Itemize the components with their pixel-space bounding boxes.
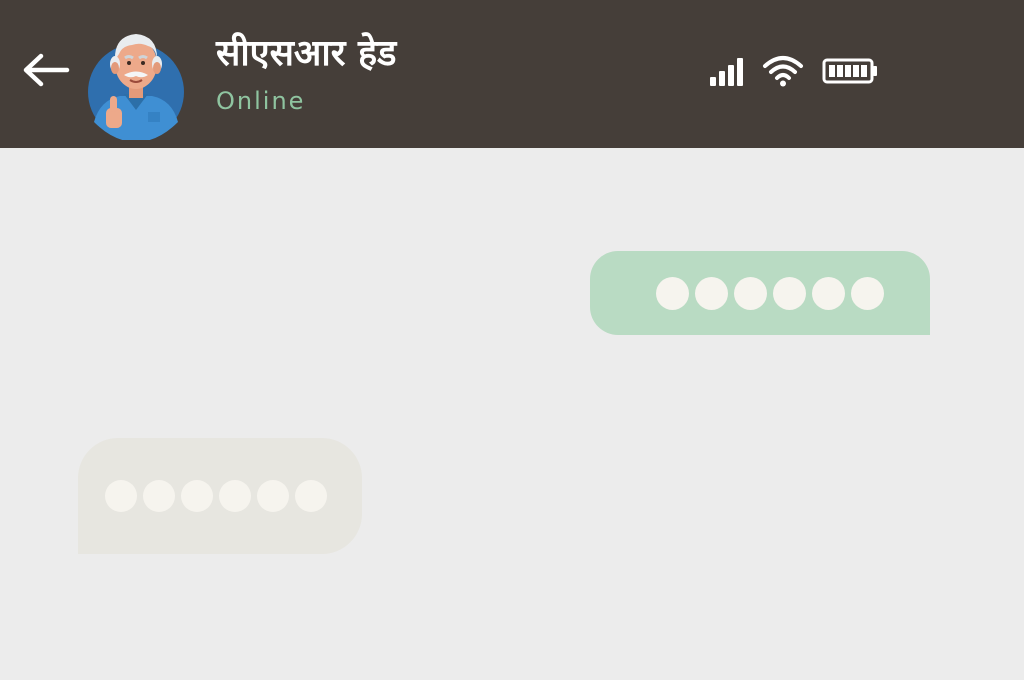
status-bar bbox=[708, 54, 880, 88]
typing-dot bbox=[734, 276, 767, 310]
battery-icon bbox=[822, 57, 880, 85]
typing-dot bbox=[656, 276, 689, 310]
outgoing-message-bubble[interactable] bbox=[590, 251, 930, 335]
typing-dot bbox=[812, 276, 845, 310]
chat-header: सीएसआर हेड Online bbox=[0, 0, 1024, 148]
signal-icon bbox=[708, 55, 748, 87]
typing-dot bbox=[295, 480, 327, 512]
avatar[interactable] bbox=[86, 22, 186, 142]
back-button[interactable] bbox=[18, 48, 74, 92]
contact-name: सीएसआर हेड bbox=[216, 33, 397, 74]
chat-screen: सीएसआर हेड Online bbox=[0, 0, 1024, 680]
typing-dot bbox=[219, 480, 251, 512]
incoming-message-bubble[interactable] bbox=[78, 438, 362, 554]
typing-dot bbox=[851, 276, 884, 310]
typing-dot bbox=[181, 480, 213, 512]
typing-dot bbox=[773, 276, 806, 310]
contact-status: Online bbox=[216, 87, 306, 115]
wifi-icon bbox=[762, 54, 804, 88]
arrow-left-icon bbox=[23, 53, 70, 87]
typing-dot bbox=[695, 276, 728, 310]
typing-dot bbox=[257, 480, 289, 512]
typing-dot bbox=[105, 480, 137, 512]
message-list[interactable] bbox=[0, 148, 1024, 680]
typing-dot bbox=[143, 480, 175, 512]
